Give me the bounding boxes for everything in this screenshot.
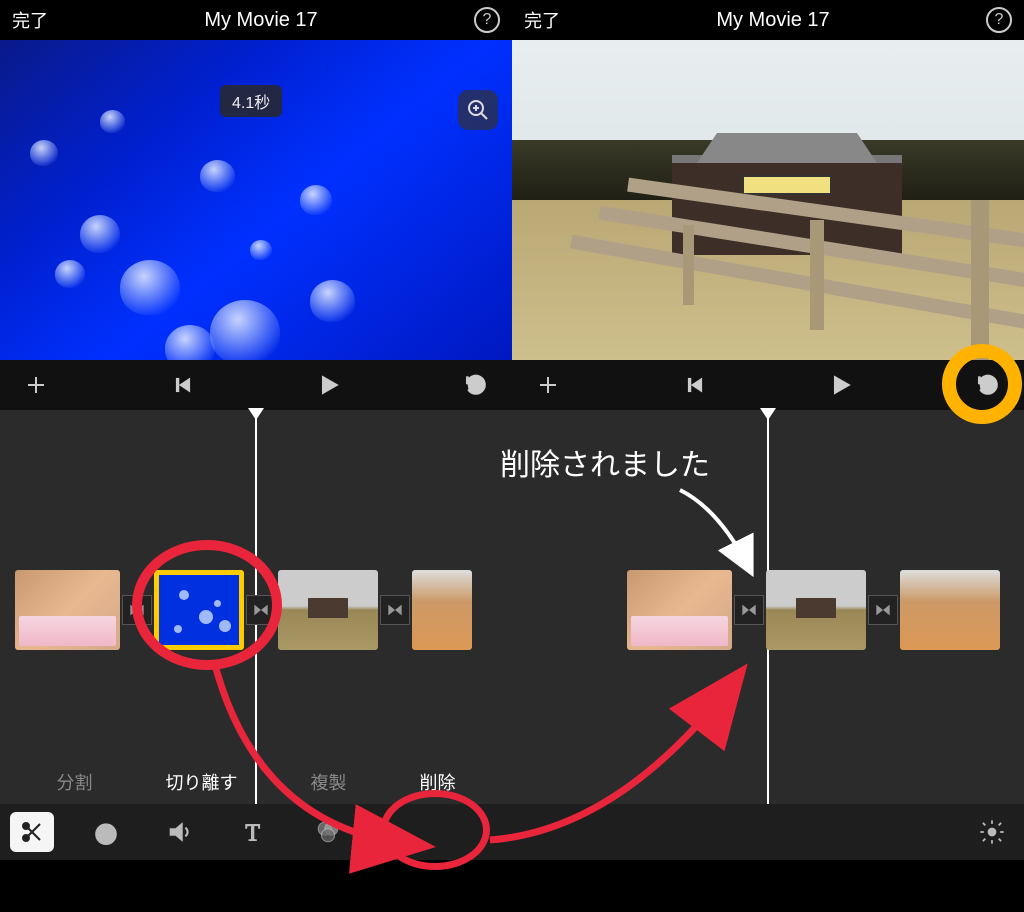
edit-actions-row: 分割 切り離す 複製 削除 [0, 760, 512, 804]
clip-thumbnail[interactable] [627, 570, 732, 650]
preview-area: 4.1秒 [0, 40, 512, 360]
transition-icon[interactable] [868, 595, 898, 625]
clip-thumbnail-selected[interactable] [154, 570, 244, 650]
clip-duration-badge: 4.1秒 [220, 85, 282, 117]
help-icon[interactable]: ? [986, 7, 1012, 33]
clip-thumbnail[interactable] [766, 570, 866, 650]
screenshot-before: 完了 My Movie 17 ? 4.1秒 [0, 0, 512, 912]
transport-bar [512, 360, 1024, 410]
transition-icon[interactable] [122, 595, 152, 625]
delete-action[interactable]: 削除 [420, 769, 456, 795]
speed-tool[interactable] [84, 812, 128, 852]
project-title: My Movie 17 [204, 9, 317, 32]
titles-tool[interactable]: T [232, 812, 276, 852]
project-title: My Movie 17 [716, 9, 829, 32]
clips-row [0, 565, 512, 655]
done-button[interactable]: 完了 [524, 7, 560, 33]
transition-icon[interactable] [380, 595, 410, 625]
skip-back-button[interactable] [677, 375, 713, 395]
top-bar: 完了 My Movie 17 ? [512, 0, 1024, 40]
svg-text:T: T [245, 821, 260, 845]
settings-gear-icon[interactable] [970, 812, 1014, 852]
scissors-tool[interactable] [10, 812, 54, 852]
play-button[interactable] [311, 372, 347, 398]
split-action[interactable]: 分割 [57, 769, 93, 795]
detach-action[interactable]: 切り離す [166, 769, 238, 795]
preview-area [512, 40, 1024, 360]
duplicate-action[interactable]: 複製 [311, 769, 347, 795]
filters-tool[interactable] [306, 812, 350, 852]
transition-icon[interactable] [734, 595, 764, 625]
undo-button[interactable] [458, 372, 494, 398]
top-bar: 完了 My Movie 17 ? [0, 0, 512, 40]
transition-icon[interactable] [246, 595, 276, 625]
bottom-toolbar [512, 804, 1024, 860]
clip-thumbnail[interactable] [15, 570, 120, 650]
clips-row [512, 565, 1024, 655]
skip-back-button[interactable] [165, 375, 201, 395]
done-button[interactable]: 完了 [12, 7, 48, 33]
preview-image-park [512, 40, 1024, 360]
transport-bar [0, 360, 512, 410]
bottom-toolbar: T [0, 804, 512, 860]
play-button[interactable] [823, 372, 859, 398]
add-media-button[interactable] [530, 373, 566, 397]
clip-thumbnail[interactable] [412, 570, 472, 650]
timeline[interactable]: 分割 切り離す 複製 削除 T [0, 410, 512, 860]
volume-tool[interactable] [158, 812, 202, 852]
zoom-button[interactable] [458, 90, 498, 130]
undo-button[interactable] [970, 372, 1006, 398]
add-media-button[interactable] [18, 373, 54, 397]
annotation-text-deleted: 削除されました [500, 440, 710, 484]
clip-thumbnail[interactable] [900, 570, 1000, 650]
clip-thumbnail[interactable] [278, 570, 378, 650]
help-icon[interactable]: ? [474, 7, 500, 33]
